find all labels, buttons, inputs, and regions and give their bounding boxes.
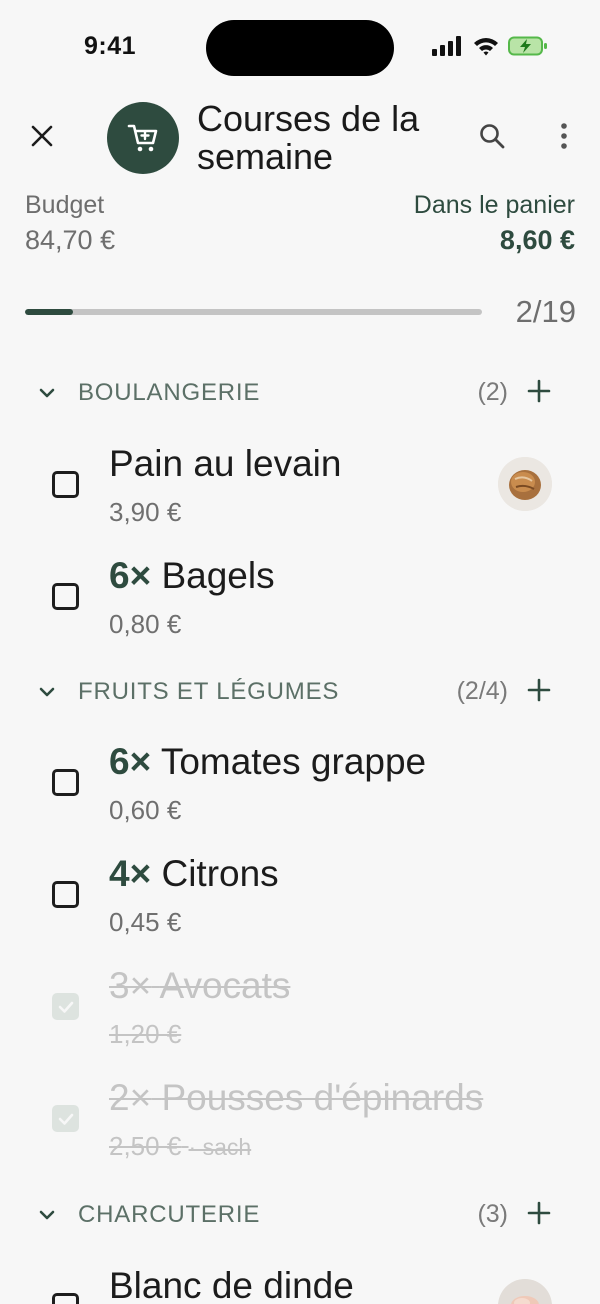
list-item[interactable]: 4× Citrons 0,45 € (0, 846, 600, 956)
item-name: 6× Tomates grappe (109, 740, 426, 784)
list-item-checked[interactable]: 2× Pousses d'épinards 2,50 € · sach (0, 1070, 600, 1180)
list-item[interactable]: 6× Tomates grappe 0,60 € (0, 734, 600, 844)
signal-icon (432, 36, 461, 56)
item-checkbox[interactable] (52, 471, 79, 498)
plus-icon (527, 1201, 551, 1225)
item-price-value: 2,50 € (109, 1131, 182, 1161)
list-item[interactable]: Pain au levain 3,90 € (0, 436, 600, 546)
page-title: Courses de la semaine (197, 98, 420, 177)
item-quantity: 3× (109, 965, 152, 1006)
progress-fill (25, 309, 73, 315)
item-price: 0,45 € (109, 907, 182, 937)
item-price: 1,20 € (109, 1019, 182, 1049)
cart-value: 8,60 € (499, 225, 575, 255)
progress-bar (25, 309, 482, 315)
add-item-button[interactable] (525, 1198, 553, 1228)
item-checkbox-checked[interactable] (52, 993, 79, 1020)
more-options-button[interactable] (548, 118, 580, 154)
item-name: 6× Bagels (109, 554, 275, 598)
chevron-down-icon[interactable] (36, 681, 58, 703)
progress-row: 2/19 (25, 292, 576, 332)
progress-count: 2/19 (515, 294, 576, 329)
shopping-cart-icon (127, 124, 158, 152)
check-icon (58, 1001, 73, 1013)
item-price: 0,80 € (109, 609, 182, 639)
more-vertical-icon (561, 123, 567, 149)
item-checkbox-checked[interactable] (52, 1105, 79, 1132)
status-bar: 9:41 (0, 0, 600, 90)
battery-charging-icon (508, 36, 547, 56)
item-label: Bagels (161, 555, 275, 596)
item-label: Pain au levain (109, 443, 342, 484)
search-button[interactable] (474, 118, 510, 154)
item-price: 0,60 € (109, 795, 182, 825)
plus-icon (527, 379, 551, 403)
item-unit: · sach (188, 1134, 252, 1160)
cart-summary: Dans le panier 8,60 € (414, 190, 575, 260)
item-checkbox[interactable] (52, 769, 79, 796)
status-time: 9:41 (84, 32, 137, 60)
section-count: (2) (477, 378, 508, 406)
list-item-checked[interactable]: 3× Avocats 1,20 € (0, 958, 600, 1068)
item-quantity: 6× (109, 555, 152, 596)
item-checkbox[interactable] (52, 1293, 79, 1304)
search-icon (480, 124, 505, 149)
item-label: Avocats (159, 965, 291, 1006)
check-icon (58, 1113, 73, 1125)
item-quantity: 6× (109, 741, 152, 782)
section-count: (2/4) (456, 677, 508, 705)
item-name: 4× Citrons (109, 852, 279, 896)
status-icons (432, 36, 548, 56)
close-icon (31, 125, 53, 147)
wifi-icon (474, 38, 498, 56)
list-item[interactable]: Blanc de dinde (0, 1258, 600, 1304)
budget-label: Budget (25, 191, 105, 219)
add-item-button[interactable] (525, 376, 553, 406)
cart-label: Dans le panier (413, 191, 575, 219)
bread-photo-icon (498, 457, 552, 511)
item-quantity: 2× (109, 1077, 152, 1118)
budget-summary: Budget 84,70 € (25, 190, 115, 260)
chevron-down-icon[interactable] (36, 382, 58, 404)
section-count: (3) (477, 1200, 508, 1228)
section-title: CHARCUTERIE (78, 1201, 261, 1228)
chevron-down-icon[interactable] (36, 1204, 58, 1226)
item-checkbox[interactable] (52, 583, 79, 610)
add-item-button[interactable] (525, 675, 553, 705)
app-header: Courses de la semaine (0, 96, 600, 186)
section-header-boulangerie[interactable]: BOULANGERIE (2) (0, 372, 600, 412)
item-label: Citrons (161, 853, 279, 894)
item-price: 2,50 € · sach (109, 1130, 251, 1163)
dynamic-island (206, 20, 394, 76)
section-title: BOULANGERIE (78, 379, 261, 406)
item-thumbnail[interactable] (498, 1279, 552, 1304)
item-checkbox[interactable] (52, 881, 79, 908)
section-header-charcuterie[interactable]: CHARCUTERIE (3) (0, 1194, 600, 1234)
section-title: FRUITS ET LÉGUMES (78, 678, 340, 705)
item-name: 3× Avocats (109, 964, 290, 1008)
item-name: Pain au levain (109, 442, 341, 486)
list-item[interactable]: 6× Bagels 0,80 € (0, 548, 600, 658)
item-quantity: 4× (109, 853, 152, 894)
item-label: Tomates grappe (160, 741, 427, 782)
item-name: 2× Pousses d'épinards (109, 1076, 483, 1120)
item-price: 3,90 € (109, 497, 182, 527)
item-thumbnail[interactable] (498, 457, 552, 511)
turkey-photo-icon (498, 1279, 552, 1304)
plus-icon (527, 678, 551, 702)
close-button[interactable] (24, 118, 60, 154)
item-label: Pousses d'épinards (161, 1077, 484, 1118)
budget-value: 84,70 € (25, 225, 116, 255)
section-header-fruits-et-legumes[interactable]: FRUITS ET LÉGUMES (2/4) (0, 671, 600, 711)
list-avatar (107, 102, 179, 174)
item-label: Blanc de dinde (109, 1265, 354, 1304)
item-name: Blanc de dinde (109, 1264, 354, 1304)
